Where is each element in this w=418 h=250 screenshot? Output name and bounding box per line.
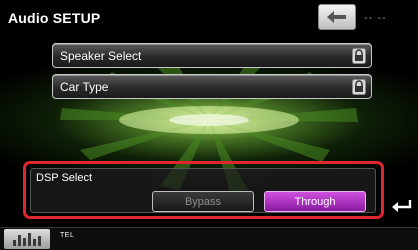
lock-icon (352, 79, 366, 95)
equalizer-button[interactable] (4, 229, 50, 249)
tel-label: TEL (60, 232, 75, 239)
audio-setup-screen: Audio SETUP -- -- Speaker Select Car Typ… (0, 0, 418, 250)
return-icon[interactable] (390, 196, 414, 216)
lock-icon (352, 48, 366, 64)
speaker-select-label: Speaker Select (60, 48, 142, 63)
status-placeholder: -- -- (364, 12, 387, 24)
speaker-select-button[interactable]: Speaker Select (52, 43, 372, 68)
back-button[interactable] (318, 4, 356, 30)
page-title: Audio SETUP (8, 10, 101, 26)
dsp-select-label: DSP Select (36, 172, 93, 184)
equalizer-icon (13, 240, 16, 246)
car-type-label: Car Type (60, 79, 109, 94)
back-arrow-icon (327, 11, 346, 23)
through-button[interactable]: Through (264, 191, 366, 212)
car-type-button[interactable]: Car Type (52, 74, 372, 99)
bypass-button[interactable]: Bypass (152, 191, 254, 212)
